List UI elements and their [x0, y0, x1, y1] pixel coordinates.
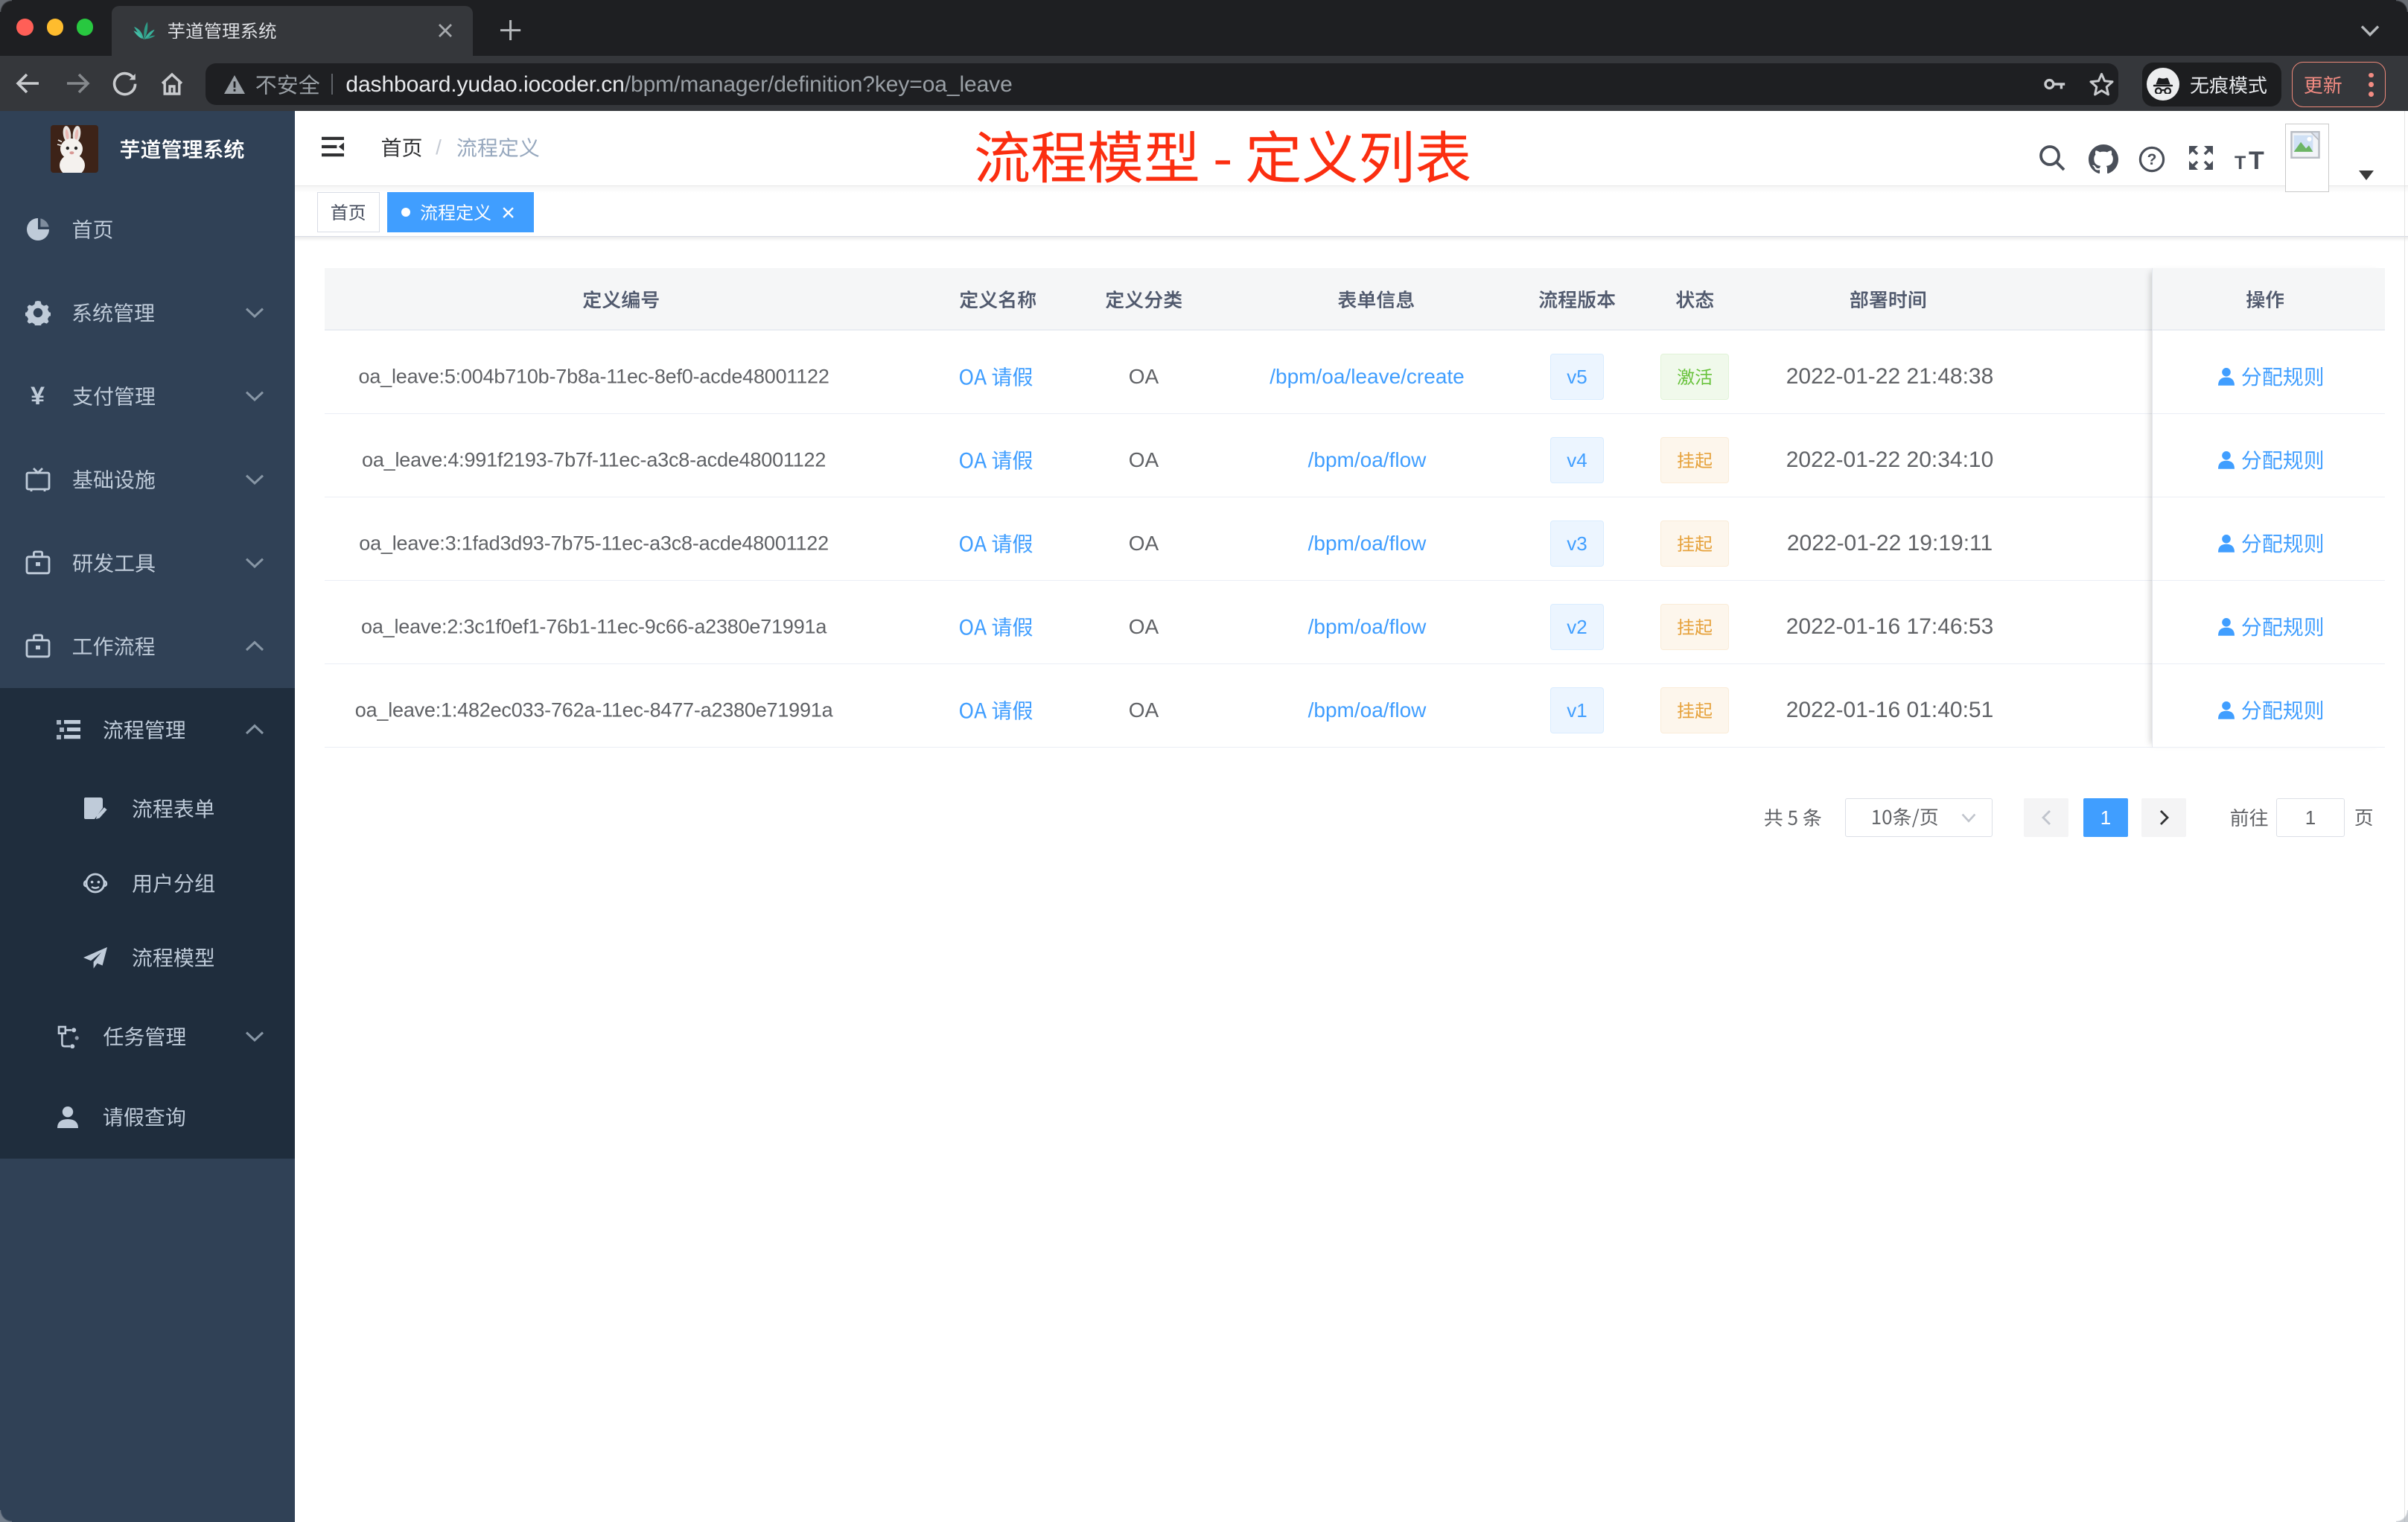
svg-text:?: ?	[2147, 151, 2157, 168]
svg-text:T: T	[2249, 147, 2264, 170]
svg-text:T: T	[2235, 153, 2246, 170]
